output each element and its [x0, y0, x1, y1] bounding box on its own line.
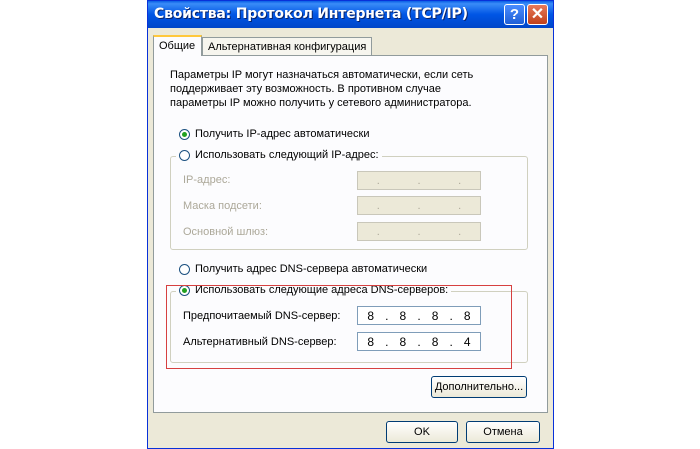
radio-ip-auto[interactable]: Получить IP-адрес автоматически — [179, 128, 369, 140]
ip-address-field[interactable]: ... — [357, 171, 481, 190]
close-icon: ✕ — [530, 6, 545, 23]
tab-general[interactable]: Общие — [153, 35, 202, 56]
cancel-button[interactable]: Отмена — [466, 421, 540, 443]
dialog-title: Свойства: Протокол Интернета (TCP/IP) — [154, 6, 468, 22]
radio-ip-manual[interactable]: Использовать следующий IP-адрес: — [176, 149, 382, 161]
subnet-mask-label: Маска подсети: — [183, 200, 262, 212]
default-gateway-field[interactable]: ... — [357, 222, 481, 241]
close-button[interactable]: ✕ — [527, 4, 548, 25]
radio-ip-auto-label: Получить IP-адрес автоматически — [195, 128, 370, 140]
radio-dns-auto-label: Получить адрес DNS-сервера автоматически — [195, 263, 428, 275]
ip-address-label: IP-адрес: — [183, 174, 231, 186]
tab-alternate-config[interactable]: Альтернативная конфигурация — [202, 37, 372, 56]
ok-button[interactable]: OK — [386, 421, 458, 443]
description-text: Параметры IP могут назначаться автоматич… — [170, 69, 474, 109]
title-bar[interactable]: Свойства: Протокол Интернета (TCP/IP) ? … — [148, 1, 553, 28]
radio-button-icon[interactable] — [179, 128, 190, 140]
subnet-mask-field[interactable]: ... — [357, 196, 481, 215]
radio-button-icon[interactable] — [179, 263, 190, 275]
help-button[interactable]: ? — [504, 4, 525, 25]
advanced-button[interactable]: Дополнительно... — [431, 376, 527, 398]
dns-highlight-box — [166, 285, 512, 369]
radio-button-icon[interactable] — [179, 149, 190, 161]
default-gateway-label: Основной шлюз: — [183, 226, 269, 238]
help-icon: ? — [509, 6, 520, 23]
radio-dns-auto[interactable]: Получить адрес DNS-сервера автоматически — [179, 263, 427, 275]
radio-ip-manual-label: Использовать следующий IP-адрес: — [195, 149, 379, 161]
